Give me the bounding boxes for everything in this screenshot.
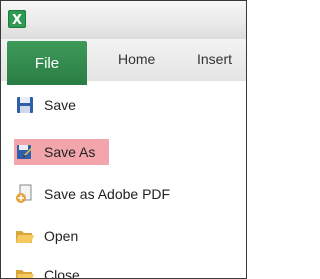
menu-item-save[interactable]: Save bbox=[14, 92, 76, 118]
excel-app-icon[interactable]: X bbox=[8, 10, 26, 28]
excel-window: X File Home Insert Save Save As Save as … bbox=[0, 0, 247, 279]
tab-insert[interactable]: Insert bbox=[197, 51, 232, 67]
svg-text:X: X bbox=[12, 13, 22, 28]
save-as-icon bbox=[14, 141, 36, 163]
pdf-icon bbox=[14, 183, 36, 205]
close-folder-icon bbox=[14, 264, 36, 278]
menu-item-open[interactable]: Open bbox=[14, 223, 78, 249]
menu-item-label: Save As bbox=[44, 144, 96, 160]
menu-item-label: Open bbox=[44, 228, 79, 244]
title-bar: X bbox=[1, 1, 246, 39]
save-icon bbox=[14, 94, 36, 116]
tab-home[interactable]: Home bbox=[118, 51, 155, 67]
tab-file[interactable]: File bbox=[7, 41, 87, 85]
menu-item-save-as[interactable]: Save As bbox=[14, 139, 110, 165]
menu-item-save-as-pdf[interactable]: Save as Adobe PDF bbox=[14, 181, 170, 207]
menu-item-label: Close bbox=[44, 267, 80, 279]
menu-item-label: Save as Adobe PDF bbox=[44, 186, 171, 202]
open-folder-icon bbox=[14, 225, 36, 247]
menu-item-label: Save bbox=[44, 97, 76, 113]
file-tab-connector bbox=[7, 81, 87, 85]
menu-item-close[interactable]: Close bbox=[14, 262, 80, 279]
